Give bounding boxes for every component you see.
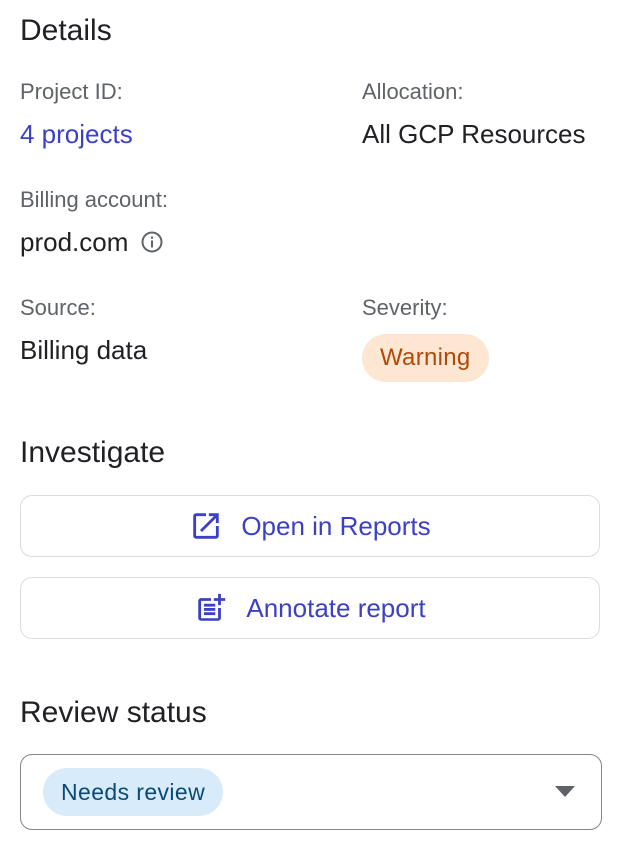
billing-account-value: prod.com xyxy=(20,227,164,257)
annotate-report-button[interactable]: Annotate report xyxy=(20,577,600,639)
review-status-chip: Needs review xyxy=(43,768,224,816)
source-value: Billing data xyxy=(20,335,148,365)
source-label: Source: xyxy=(20,295,96,320)
investigate-heading: Investigate xyxy=(20,436,166,469)
billing-account-text: prod.com xyxy=(20,227,129,257)
review-status-select[interactable]: Needs review xyxy=(20,754,602,830)
dropdown-arrow-icon[interactable] xyxy=(555,786,575,797)
post-add-icon xyxy=(194,591,228,625)
open-in-new-icon xyxy=(189,509,223,543)
allocation-label: Allocation: xyxy=(362,79,464,104)
review-status-heading: Review status xyxy=(20,696,207,729)
project-id-label: Project ID: xyxy=(20,79,123,104)
annotate-report-label: Annotate report xyxy=(246,592,426,623)
open-in-reports-button[interactable]: Open in Reports xyxy=(20,495,600,557)
severity-badge: Warning xyxy=(362,334,489,382)
billing-account-label: Billing account: xyxy=(20,187,168,212)
project-id-link[interactable]: 4 projects xyxy=(20,119,133,149)
allocation-value: All GCP Resources xyxy=(362,119,586,149)
severity-label: Severity: xyxy=(362,295,448,320)
info-icon[interactable] xyxy=(140,230,164,254)
open-in-reports-label: Open in Reports xyxy=(241,510,431,541)
details-heading: Details xyxy=(20,14,112,47)
